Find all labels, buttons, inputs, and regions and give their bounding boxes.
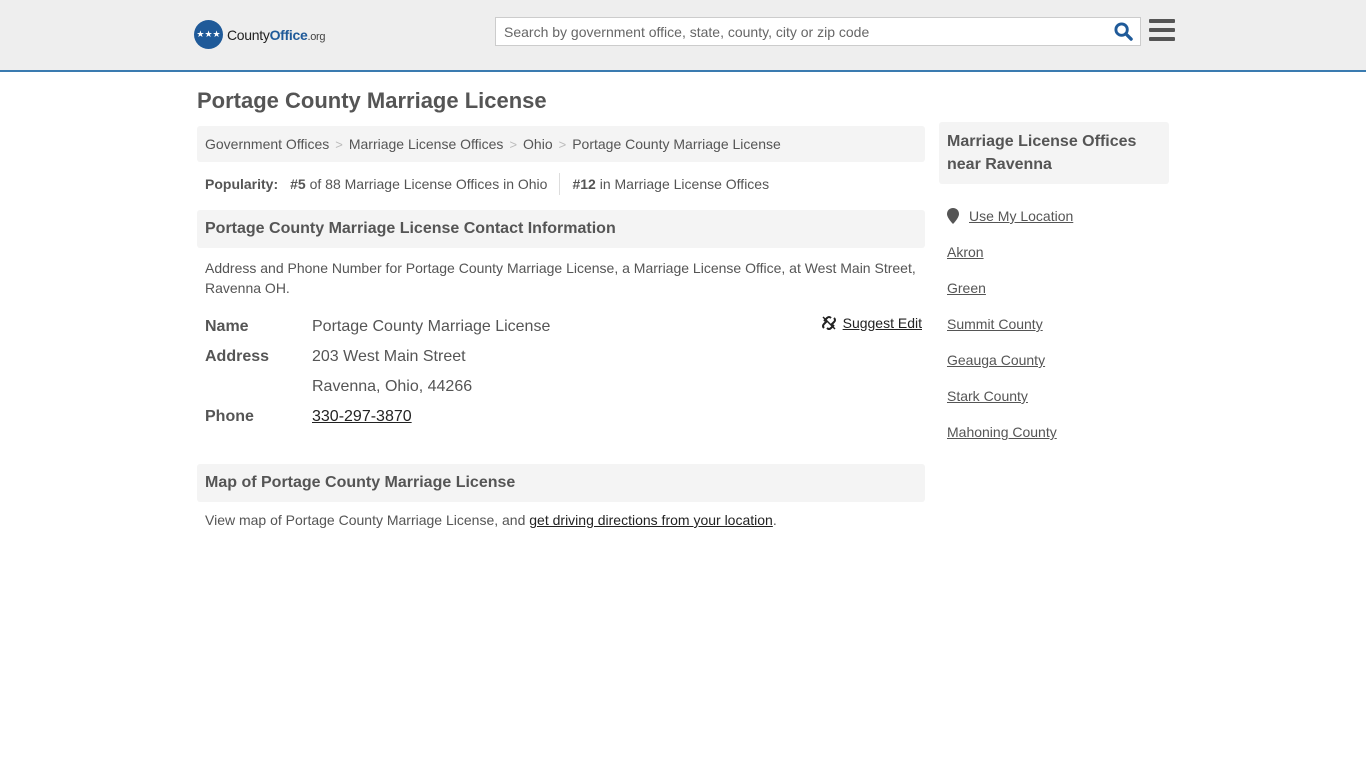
eagle-logo-icon: ★★★ [194,20,223,49]
broken-link-icon [821,316,836,330]
breadcrumb-separator: > [509,136,518,152]
map-pin-icon [947,208,959,224]
nearby-link-mahoning-county[interactable]: Mahoning County [947,424,1057,440]
map-heading: Map of Portage County Marriage License [197,464,925,502]
phone-label: Phone [205,408,254,425]
search-icon [1113,22,1133,41]
logo-text: CountyOffice.org [227,26,326,43]
use-my-location-link[interactable]: Use My Location [969,208,1073,224]
name-label: Name [205,318,249,335]
address-line2: Ravenna, Ohio, 44266 [312,378,473,395]
search-bar [495,17,1141,46]
map-description: View map of Portage County Marriage Lice… [205,512,777,528]
list-item: Stark County [947,378,1169,414]
breadcrumb-ohio[interactable]: Ohio [523,136,553,152]
breadcrumb-marriage-license-offices[interactable]: Marriage License Offices [349,136,504,152]
list-item: Green [947,270,1169,306]
list-item: Akron [947,234,1169,270]
page-title: Portage County Marriage License [197,88,547,113]
breadcrumb-separator: > [558,136,567,152]
use-location-item: Use My Location [947,198,1169,234]
national-rank: #12 in Marriage License Offices [572,176,770,192]
breadcrumb: Government Offices > Marriage License Off… [197,126,925,162]
nearby-link-summit-county[interactable]: Summit County [947,316,1043,332]
phone-link[interactable]: 330-297-3870 [312,408,412,425]
contact-description: Address and Phone Number for Portage Cou… [205,260,916,296]
phone-row: Phone 330-297-3870 [205,402,925,432]
logo[interactable]: ★★★ CountyOffice.org [194,20,326,49]
breadcrumb-current: Portage County Marriage License [572,136,781,152]
contact-heading: Portage County Marriage License Contact … [197,210,925,248]
nearby-link-stark-county[interactable]: Stark County [947,388,1028,404]
address-line1: 203 West Main Street [312,348,466,365]
breadcrumb-government-offices[interactable]: Government Offices [205,136,329,152]
list-item: Summit County [947,306,1169,342]
nearby-link-green[interactable]: Green [947,280,986,296]
list-item: Mahoning County [947,414,1169,450]
list-item: Geauga County [947,342,1169,378]
address-label: Address [205,348,270,365]
name-value: Portage County Marriage License [312,318,551,335]
search-button[interactable] [1106,18,1140,45]
name-row: Name Portage County Marriage License [205,312,925,342]
sidebar: Marriage License Offices near Ravenna Us… [939,122,1169,450]
main-content: Portage County Marriage License Governme… [197,86,925,528]
nearby-link-geauga-county[interactable]: Geauga County [947,352,1045,368]
popularity-row: Popularity: #5 of 88 Marriage License Of… [197,173,925,195]
hamburger-menu-icon[interactable] [1149,19,1175,41]
site-header: ★★★ CountyOffice.org [0,0,1366,72]
suggest-edit-link[interactable]: Suggest Edit [821,315,922,331]
address-row: Address 203 West Main Street [205,342,925,372]
sidebar-heading: Marriage License Offices near Ravenna [939,122,1169,184]
breadcrumb-separator: > [335,136,343,152]
contact-info: Suggest Edit Name Portage County Marriag… [197,312,925,432]
divider [559,173,561,195]
search-input[interactable] [496,23,1106,40]
address-row-2: Ravenna, Ohio, 44266 [205,372,925,402]
nearby-link-akron[interactable]: Akron [947,244,984,260]
popularity-label: Popularity: [205,176,279,192]
state-rank: #5 of 88 Marriage License Offices in Ohi… [290,176,548,192]
driving-directions-link[interactable]: get driving directions from your locatio… [529,512,773,528]
nearby-list: Use My Location Akron Green Summit Count… [939,198,1169,450]
